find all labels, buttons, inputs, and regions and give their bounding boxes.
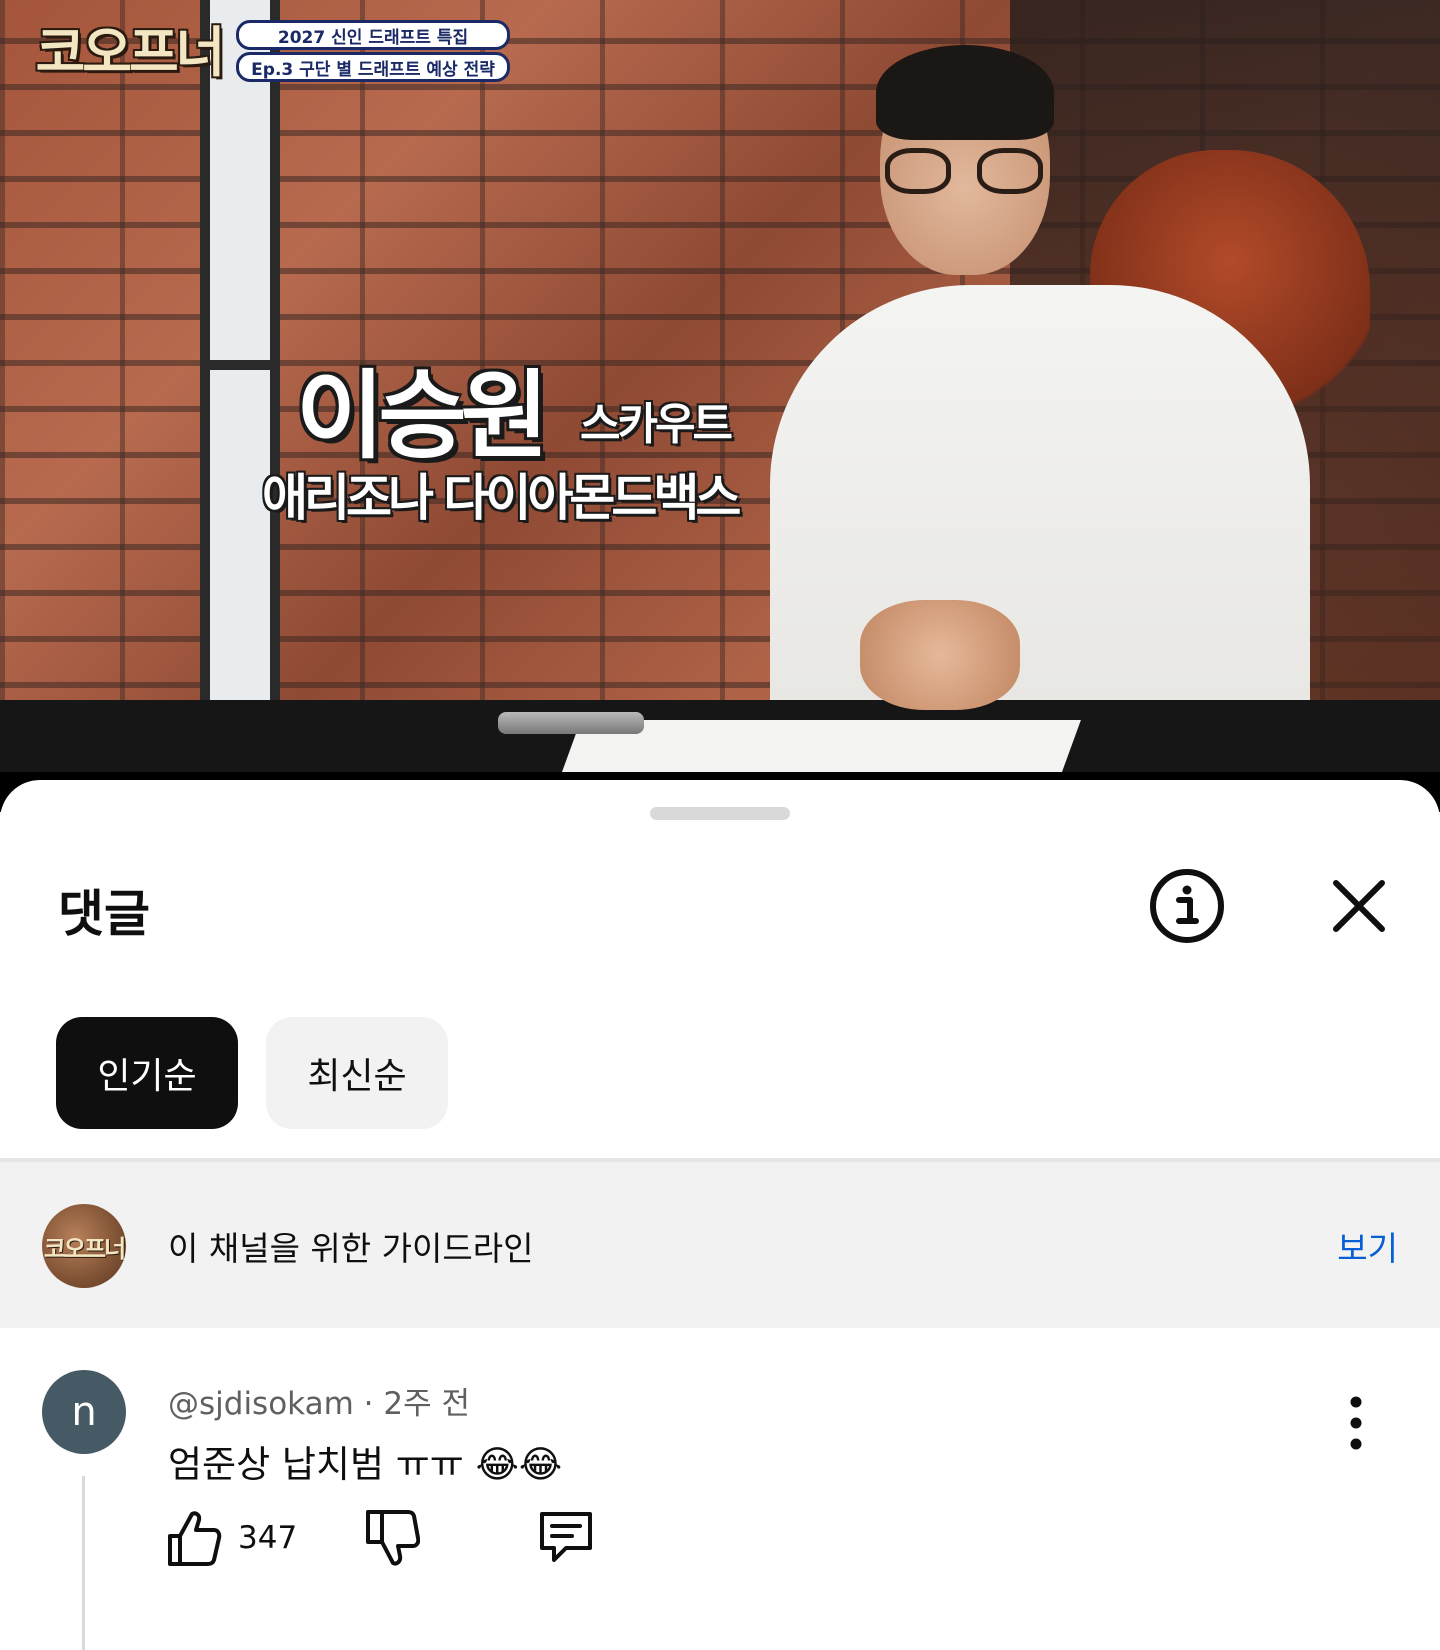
reply-button[interactable]	[536, 1508, 596, 1566]
video-window-frame	[200, 0, 280, 700]
thumbs-up-icon	[168, 1511, 222, 1566]
comment-author[interactable]: @sjdisokam	[168, 1386, 354, 1422]
comment-meta: @sjdisokam · 2주 전	[168, 1378, 470, 1423]
sheet-title: 댓글	[58, 885, 150, 943]
comment-time: 2주 전	[383, 1386, 470, 1422]
like-button[interactable]: 347	[166, 1508, 297, 1568]
like-count: 347	[238, 1520, 298, 1556]
view-guidelines-link[interactable]: 보기	[1337, 1222, 1398, 1270]
close-icon	[1333, 880, 1385, 932]
comment-item: n @sjdisokam · 2주 전 엄준상 납치범 ㅠㅠ 😂😂 347	[0, 1328, 1440, 1650]
dislike-button[interactable]	[364, 1508, 420, 1568]
commenter-avatar[interactable]: n	[42, 1370, 126, 1454]
desk-phone	[498, 712, 644, 734]
thread-line	[82, 1476, 85, 1650]
video-player[interactable]: 코오프너 2027 신인 드래프트 특집 Ep.3 구단 별 드래프트 예상 전…	[0, 0, 1440, 780]
comment-more-button[interactable]	[1336, 1388, 1376, 1458]
video-title-line1: 2027 신인 드래프트 특집	[236, 20, 510, 50]
comments-sheet: 댓글 인기순 최신순 코오프너 이 채널을 위한 가이드라인 보기 n @sjd…	[0, 780, 1440, 1650]
comment-text: 엄준상 납치범 ㅠㅠ 😂😂	[168, 1443, 563, 1486]
thumbs-down-icon	[366, 1510, 420, 1566]
speaker-hands	[860, 600, 1020, 710]
caption-role: 스카우트	[580, 399, 733, 450]
guidelines-text: 이 채널을 위한 가이드라인	[168, 1229, 534, 1268]
more-vertical-icon	[1350, 1396, 1362, 1450]
speaker-body	[770, 285, 1310, 765]
reply-icon	[540, 1512, 592, 1562]
sort-chip-popular[interactable]: 인기순	[56, 1017, 238, 1129]
caption-team: 애리조나 다이아몬드백스	[262, 469, 741, 527]
speaker-glasses	[885, 148, 1050, 196]
caption-name: 이승원	[296, 360, 549, 472]
sort-chip-newest[interactable]: 최신순	[266, 1017, 448, 1129]
info-button[interactable]	[1146, 865, 1228, 947]
info-icon	[1150, 869, 1224, 943]
close-button[interactable]	[1318, 865, 1400, 947]
speaker-hair	[876, 45, 1054, 140]
channel-guidelines-row[interactable]: 코오프너 이 채널을 위한 가이드라인 보기	[0, 1162, 1440, 1328]
channel-avatar: 코오프너	[42, 1204, 126, 1288]
channel-logo: 코오프너	[35, 20, 226, 84]
meta-separator: ·	[363, 1386, 374, 1422]
video-title-line2: Ep.3 구단 별 드래프트 예상 전략	[236, 52, 510, 82]
drag-handle[interactable]	[650, 807, 790, 820]
